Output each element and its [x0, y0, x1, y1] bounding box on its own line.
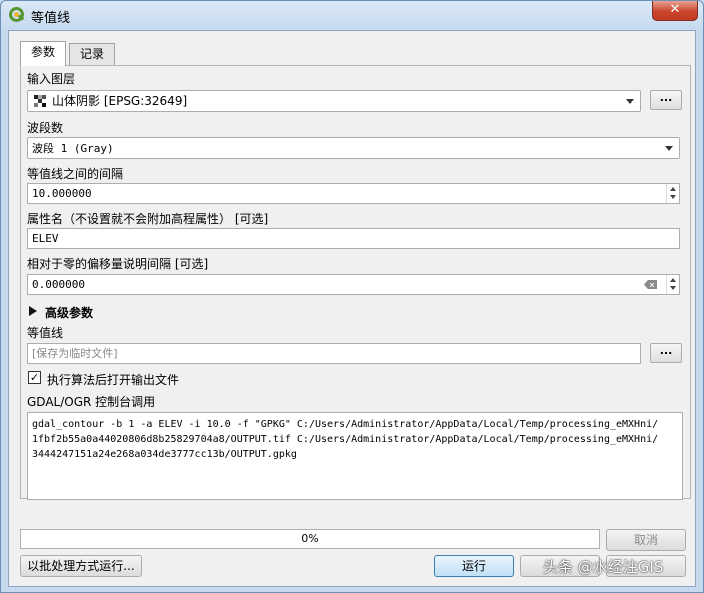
- attribute-label: 属性名（不设置就不会附加高程属性） [可选]: [27, 212, 269, 226]
- offset-spinner[interactable]: [666, 275, 679, 294]
- triangle-right-icon: [29, 306, 37, 316]
- tab-parameters[interactable]: 参数: [20, 41, 67, 66]
- band-label: 波段数: [27, 121, 64, 135]
- console-line: 1fbf2b55a0a44020806d8b25829704a8/OUTPUT.…: [32, 434, 659, 445]
- output-input[interactable]: [保存为临时文件]: [27, 343, 641, 364]
- advanced-params-label: 高级参数: [45, 306, 94, 320]
- band-value: 波段 1 (Gray): [32, 142, 114, 155]
- open-output-checkbox[interactable]: ✓: [28, 371, 41, 384]
- interval-value: 10.000000: [32, 187, 92, 200]
- console-line: 3444247151a24e268a034de3777cc13b/OUTPUT.…: [32, 449, 297, 460]
- output-label: 等值线: [27, 326, 64, 340]
- raster-layer-icon: [34, 95, 46, 107]
- watermark: 头条 @水经注GIS: [543, 558, 664, 576]
- output-placeholder: [保存为临时文件]: [32, 347, 118, 360]
- console-line: gdal_contour -b 1 -a ELEV -i 10.0 -f "GP…: [32, 419, 659, 430]
- input-layer-value: 山体阴影 [EPSG:32649]: [52, 94, 188, 108]
- open-output-label: 执行算法后打开输出文件: [47, 373, 180, 387]
- offset-value: 0.000000: [32, 278, 85, 291]
- input-layer-combo[interactable]: 山体阴影 [EPSG:32649]: [27, 90, 641, 112]
- progress-bar: 0%: [20, 529, 600, 549]
- attribute-input[interactable]: ELEV: [27, 228, 680, 249]
- output-browse-button[interactable]: ...: [650, 343, 682, 363]
- title-bar[interactable]: 等值线 ✕: [1, 1, 703, 29]
- chevron-down-icon: [626, 99, 634, 104]
- interval-spinner[interactable]: [666, 184, 679, 203]
- input-layer-label: 输入图层: [27, 72, 76, 86]
- cancel-button[interactable]: 取消: [606, 529, 686, 551]
- console-output[interactable]: gdal_contour -b 1 -a ELEV -i 10.0 -f "GP…: [27, 412, 683, 500]
- progress-text: 0%: [301, 532, 319, 545]
- interval-input[interactable]: 10.000000: [27, 183, 680, 204]
- input-layer-browse-button[interactable]: ...: [650, 90, 682, 110]
- batch-process-button[interactable]: 以批处理方式运行...: [20, 555, 142, 577]
- window-title: 等值线: [31, 11, 71, 26]
- chevron-down-icon: [665, 146, 673, 151]
- run-button[interactable]: 运行: [434, 555, 514, 577]
- offset-input[interactable]: 0.000000: [27, 274, 680, 295]
- dialog-body: 参数 记录 输入图层 山体阴影 [EPSG:32649] ... 波段数 波段 …: [8, 30, 696, 587]
- console-label: GDAL/OGR 控制台调用: [27, 395, 156, 409]
- band-combo[interactable]: 波段 1 (Gray): [27, 137, 680, 159]
- close-button[interactable]: ✕: [652, 1, 698, 21]
- offset-label: 相对于零的偏移量说明间隔 [可选]: [27, 257, 209, 271]
- parameters-panel: 输入图层 山体阴影 [EPSG:32649] ... 波段数 波段 1 (Gra…: [20, 65, 691, 500]
- qgis-logo-icon: [9, 7, 25, 22]
- dialog-window: 等值线 ✕ 参数 记录 输入图层 山体阴影 [EPSG:32649] ... 波…: [0, 0, 704, 593]
- interval-label: 等值线之间的间隔: [27, 167, 124, 181]
- clear-icon[interactable]: [644, 280, 657, 289]
- tab-log[interactable]: 记录: [69, 43, 116, 65]
